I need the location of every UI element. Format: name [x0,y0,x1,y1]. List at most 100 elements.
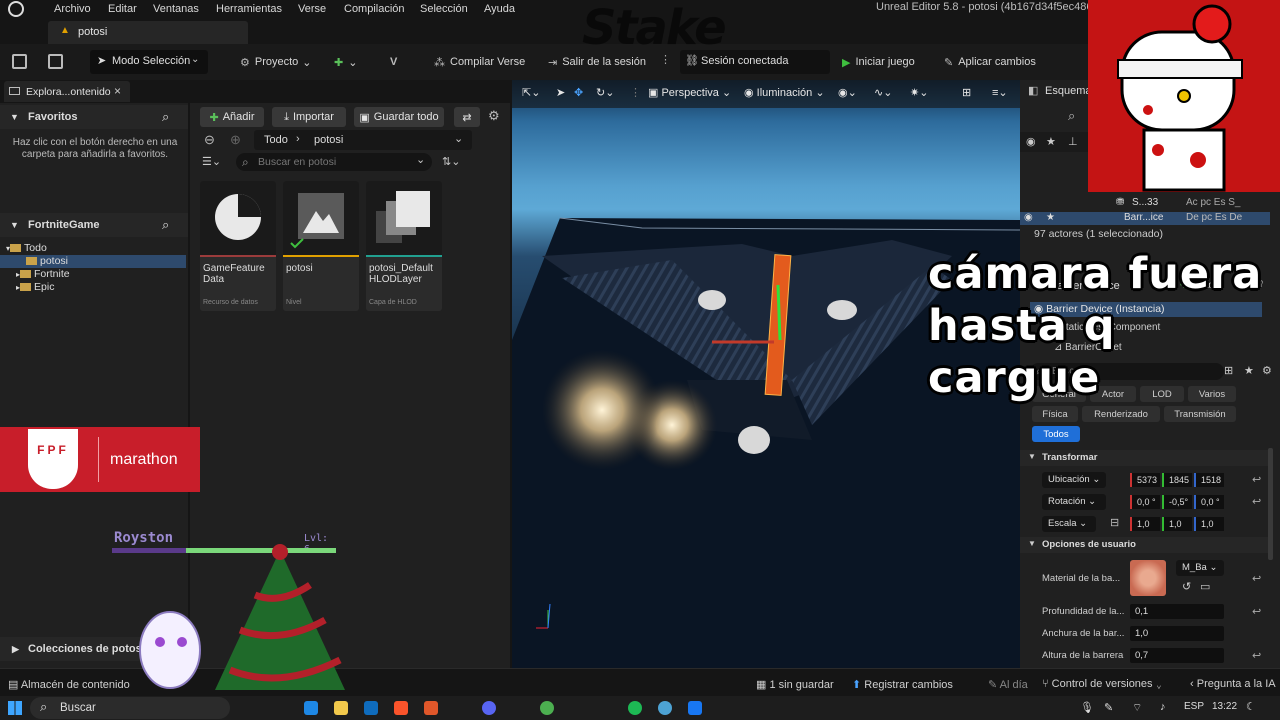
category-todos[interactable]: Todos [1032,426,1080,442]
start-game-button[interactable]: ▶ Iniciar juego [842,53,915,71]
compile-verse-button[interactable]: ⁂ Compilar Verse [434,53,525,71]
details-scrollbar[interactable] [1268,448,1273,560]
folder-open-icon[interactable]: ▭ [1200,580,1210,593]
unreal-logo-icon[interactable] [8,1,24,17]
more-options-icon[interactable]: ⋮ [630,86,641,102]
language-indicator[interactable]: ESP [1184,701,1204,712]
category-transmision[interactable]: Transmisión [1164,406,1236,422]
save-all-button[interactable]: ▣ Guardar todo [354,107,444,127]
outliner-tab-label[interactable]: Esquema [1045,85,1091,97]
apply-changes-button[interactable]: ✎ Aplicar cambios [944,53,1036,71]
width-field[interactable]: 1,0 [1130,626,1224,641]
project-button[interactable]: ⚙ Proyecto ⌄ [240,53,312,71]
rotation-x-field[interactable]: 0,0 ° [1130,495,1160,509]
viewport-settings-icon[interactable]: ✷⌄ [910,86,928,102]
file-explorer-icon[interactable] [334,701,348,715]
height-field[interactable]: 0,7 [1130,648,1224,663]
brave-icon[interactable] [394,701,408,715]
add-actor-button[interactable]: ✚ ⌄ [334,53,357,71]
content-browser-tab[interactable]: Explora...ontenido × [4,81,130,102]
facebook-icon[interactable] [688,701,702,715]
search-icon[interactable]: ⌕ [162,109,169,125]
tree-item-potosi[interactable]: potosi [0,255,186,268]
wifi-icon[interactable]: ⌔ [1132,701,1142,715]
import-button[interactable]: ⤓ Importar [272,107,346,127]
favorites-header[interactable]: ▼ Favoritos ⌕ [0,105,188,129]
mode-select-button[interactable]: ➤ Modo Selección ⌄ [90,50,208,74]
outlook-icon[interactable] [364,701,378,715]
tree-item-todo[interactable]: ▾ Todo [0,242,186,255]
notifications-icon[interactable]: ☾ [1246,700,1256,713]
chrome-icon[interactable] [540,701,554,715]
add-button[interactable]: ✚ Añadir [200,107,264,127]
breadcrumb-todo[interactable]: Todo [264,134,288,146]
layout-grid-icon[interactable]: ⊞ [962,86,971,102]
realtime-icon[interactable]: ∿⌄ [874,86,892,102]
lighting-button[interactable]: ◉ Iluminación ⌄ [744,86,825,102]
select-cursor-icon[interactable]: ➤ [556,86,565,102]
app-icon[interactable] [424,701,438,715]
depth-field[interactable]: 0,1 [1130,604,1224,619]
tree-item-epic[interactable]: ▸ Epic [0,281,186,294]
rotation-dropdown[interactable]: Rotación ⌄ [1042,494,1106,510]
menu-seleccion[interactable]: Selección [420,3,468,15]
reset-arrow-icon[interactable]: ↩ [1252,605,1261,618]
breadcrumb-potosi[interactable]: potosi [314,134,343,146]
category-fisica[interactable]: Física [1032,406,1078,422]
search-icon[interactable]: ⌕ [162,217,169,233]
material-thumbnail[interactable] [1130,560,1166,596]
asset-tile-level[interactable]: potosi Nivel [283,181,359,311]
asset-tile-gamefeature[interactable]: GameFeature Data Recurso de datos [200,181,276,311]
asset-search-input[interactable]: ⌕ Buscar en potosi ⌄ [236,153,432,171]
verse-icon[interactable]: V [390,53,402,71]
menu-compilacion[interactable]: Compilación [344,3,405,15]
forward-arrow-icon[interactable]: ⊕ [230,132,241,148]
reset-arrow-icon[interactable]: ↩ [1252,473,1261,486]
location-z-field[interactable]: 1518 [1194,473,1224,487]
discord-icon[interactable] [482,701,496,715]
user-options-section-header[interactable]: ▼ Opciones de usuario [1020,537,1270,553]
reset-arrow-icon[interactable]: ↩ [1252,572,1261,585]
rotation-y-field[interactable]: -0,5° [1162,495,1192,509]
browse-asset-icon[interactable]: ↺ [1182,580,1191,593]
settings-gear-icon[interactable]: ⚙ [488,108,500,124]
perspective-button[interactable]: ▣ Perspectiva ⌄ [648,86,731,102]
microphone-icon[interactable]: 🎙︎ [1080,701,1094,714]
menu-archivo[interactable]: Archivo [54,3,91,15]
filter-icon[interactable]: ☰⌄ [202,155,221,168]
rotate-tool-icon[interactable]: ↻⌄ [596,86,614,102]
edge-icon[interactable] [304,701,318,715]
location-y-field[interactable]: 1845 [1162,473,1192,487]
location-dropdown[interactable]: Ubicación ⌄ [1042,472,1106,488]
reset-arrow-icon[interactable]: ↩ [1252,495,1261,508]
category-renderizado[interactable]: Renderizado [1082,406,1160,422]
ask-ai-button[interactable]: ‹ Pregunta a la IA [1190,678,1276,690]
hamburger-menu-icon[interactable]: ≡⌄ [992,86,1008,102]
transform-mode-icon[interactable]: ⇱⌄ [522,86,540,102]
scale-dropdown[interactable]: Escala ⌄ [1042,516,1096,532]
content-drawer-button[interactable]: ▤ Almacén de contenido [8,678,130,691]
asset-tile-hlod[interactable]: potosi_Default HLODLayer Capa de HLOD [366,181,442,311]
level-tab[interactable]: ▲ potosi [48,21,248,44]
menu-verse[interactable]: Verse [298,3,326,15]
taskbar-search[interactable]: ⌕ Buscar [30,697,230,719]
content-icon[interactable] [48,54,63,69]
unreal-taskbar-icon[interactable] [658,701,672,715]
material-dropdown[interactable]: M_Ba ⌄ [1176,560,1224,576]
volume-icon[interactable]: ♪ [1160,701,1166,713]
location-x-field[interactable]: 5373 [1130,473,1160,487]
save-icon[interactable] [12,54,27,69]
sync-button[interactable]: ⇄ [454,107,480,127]
tree-item-fortnite[interactable]: ▸ Fortnite [0,268,186,281]
outliner-row[interactable]: ⛃ S...33 Ac pc Es S_ [1020,197,1270,210]
version-control-button[interactable]: ⑂ Control de versiones ⌄ [1042,678,1162,690]
register-changes-button[interactable]: ⬆ Registrar cambios [852,678,953,691]
rotation-z-field[interactable]: 0,0 ° [1194,495,1224,509]
back-arrow-icon[interactable]: ⊖ [204,132,215,148]
show-flags-icon[interactable]: ◉⌄ [838,86,857,102]
lock-icon[interactable]: ⊟ [1110,516,1119,529]
scale-x-field[interactable]: 1,0 [1130,517,1160,531]
outliner-row-selected[interactable]: ◉ ★ Barr...ice De pc Es De [1020,212,1270,225]
move-tool-icon[interactable]: ✥ [574,86,583,102]
windows-start-icon[interactable] [8,701,22,715]
